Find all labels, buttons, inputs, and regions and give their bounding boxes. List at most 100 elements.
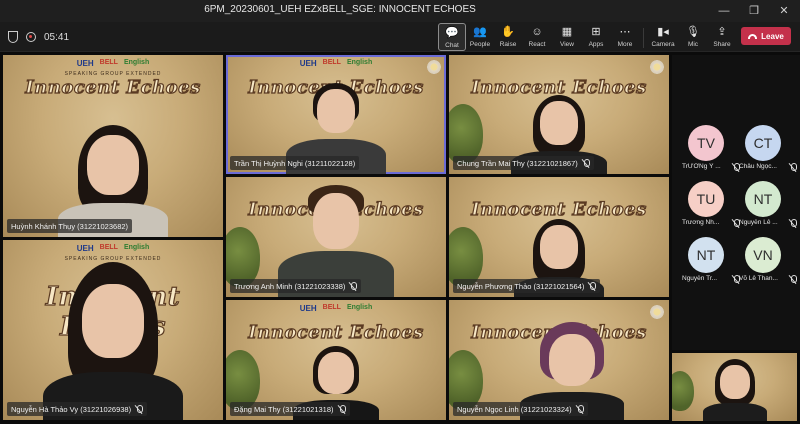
mic-off-icon [135,404,144,414]
meeting-status: 05:41 [8,30,69,44]
apps-icon: ⊞ [591,26,601,38]
shield-icon [8,31,18,43]
participant-video [700,359,770,421]
apps-button[interactable]: ⊞ Apps [582,23,610,51]
brand-logo-3: English [346,304,373,311]
avatar-initials: CT [745,125,781,161]
brand-logo-2: BELL [99,244,118,251]
close-window-button[interactable]: ✕ [769,0,799,22]
avatar-name: Châu Ngọc... [739,163,777,170]
brand-logo-3: English [123,59,150,66]
mic-off-icon [582,158,590,168]
participant-avatar[interactable]: TU Trương Nh... [678,171,740,227]
react-button[interactable]: ☺ React [523,23,551,51]
avatar-initials: NT [688,237,724,273]
video-tile[interactable]: Innocent Echoes Nguyễn Phương Thảo (3122… [449,177,669,297]
mic-icon: 🎙 [686,26,700,38]
brand-logo-2: BELL [99,59,118,66]
participant-name-label: Nguyễn Phương Thảo (31221021564) [453,279,601,293]
plant-decoration [226,227,260,287]
video-tile[interactable]: UEHBELLEnglish SPEAKING GROUP EXTENDED I… [3,240,223,420]
avatar-name: Nguyễn Lê ... [739,219,778,226]
participant-avatar[interactable]: VN Võ Lê Than... [735,227,797,283]
background-banner: Innocent Echoes [25,76,201,98]
brand-logo-2: BELL [322,304,341,311]
camera-icon: ▮◂ [657,26,669,38]
avatar-initials: NT [745,181,781,217]
plant-decoration [672,371,694,411]
participant-avatar[interactable]: TV TrƯƠNg Ý ... [678,115,740,171]
avatar-initials: VN [745,237,781,273]
restore-button[interactable]: ❐ [739,0,769,22]
video-tile[interactable]: Innocent Echoes Trương Anh Minh (3122102… [226,177,446,297]
video-tile-selected[interactable]: UEH BELL English Innocent Echoes Trần Thị … [226,55,446,174]
window-title: 6PM_20230601_UEH EZxBELL_SGE: INNOCENT E… [204,4,476,15]
avatar-initials: TU [688,181,724,217]
self-view-tile[interactable] [672,353,797,421]
participant-name-label: Trần Thị Huỳnh Nghi (31211022128) [230,156,360,170]
participant-avatar[interactable]: CT Châu Ngọc... [735,115,797,171]
mic-off-icon [338,404,346,414]
window-titlebar: 6PM_20230601_UEH EZxBELL_SGE: INNOCENT E… [0,0,800,22]
flower-decoration [649,59,665,75]
recording-icon [26,32,36,42]
avatar-name: Trương Nh... [682,219,720,226]
react-icon: ☺ [531,26,543,38]
avatar-name: Võ Lê Than... [739,275,778,282]
minimize-button[interactable]: — [709,0,739,22]
video-tile[interactable]: Innocent Echoes Nguyễn Ngọc Linh (312210… [449,300,669,420]
share-icon: ⇪ [717,26,727,38]
view-button[interactable]: ▦ View [553,23,581,51]
plant-decoration [449,227,483,287]
mic-off-icon [576,404,584,414]
leave-button[interactable]: Leave [741,27,791,45]
brand-logo: UEH [299,59,317,68]
video-tile[interactable]: UEH BELL English Innocent Echoes Đặng Mai … [226,300,446,420]
participant-name-label: Chung Trần Mai Thy (31221021867) [453,156,594,170]
brand-logo-2: BELL [322,59,341,66]
brand-logo-3: English [123,244,150,251]
brand-logo: UEH [76,244,94,253]
plant-decoration [226,350,260,410]
brand-logo-3: English [346,59,373,66]
participant-name-label: Huỳnh Khánh Thụy (31221023682) [7,219,133,233]
phone-icon [748,33,758,39]
avatar-initials: TV [688,125,724,161]
meeting-toolbar: 05:41 💬 Chat 👥 People ✋ Raise ☺ React ▦ … [0,22,800,52]
plant-decoration [449,350,483,410]
mic-off-icon [349,281,358,291]
avatar-name: TrƯƠNg Ý ... [682,163,721,170]
plant-decoration [449,104,483,164]
background-banner: Innocent Echoes [471,198,647,220]
avatar-name: Nguyễn Tr... [682,275,718,282]
share-button[interactable]: ⇪ Share [708,23,736,51]
participant-name-label: Trương Anh Minh (31221023338) [230,279,362,293]
more-button[interactable]: ⋯ More [611,23,639,51]
video-tile[interactable]: Innocent Echoes Chung Trần Mai Thy (3122… [449,55,669,174]
participant-avatar[interactable]: NT Nguyễn Tr... [678,227,740,283]
mic-off-icon [789,275,797,284]
people-button[interactable]: 👥 People [466,23,494,51]
raise-hand-button[interactable]: ✋ Raise [494,23,522,51]
participant-name-label: Đặng Mai Thy (31221021318) [230,402,350,416]
toolbar-divider [643,28,644,48]
brand-logo: UEH [76,59,94,68]
brand-logo: UEH [299,304,317,313]
people-icon: 👥 [473,26,487,38]
chat-button[interactable]: 💬 Chat [438,23,466,51]
meeting-timer: 05:41 [44,31,70,43]
participant-gallery-overflow: TV TrƯƠNg Ý ... CT Châu Ngọc... TU Trươn… [672,55,800,350]
view-icon: ▦ [561,26,573,38]
video-tile[interactable]: UEHBELLEnglish SPEAKING GROUP EXTENDED I… [3,55,223,237]
participant-name-label: Nguyễn Ngọc Linh (31221023324) [453,402,588,416]
mic-off-icon [588,281,597,291]
background-banner: Innocent Echoes [248,321,424,343]
raise-hand-icon: ✋ [501,26,515,38]
camera-button[interactable]: ▮◂ Camera [649,23,677,51]
participant-video [38,262,188,420]
participant-avatar[interactable]: NT Nguyễn Lê ... [735,171,797,227]
mic-button[interactable]: 🎙 Mic [679,23,707,51]
more-icon: ⋯ [619,26,631,38]
chat-icon: 💬 [445,27,459,39]
flower-decoration [649,304,665,320]
